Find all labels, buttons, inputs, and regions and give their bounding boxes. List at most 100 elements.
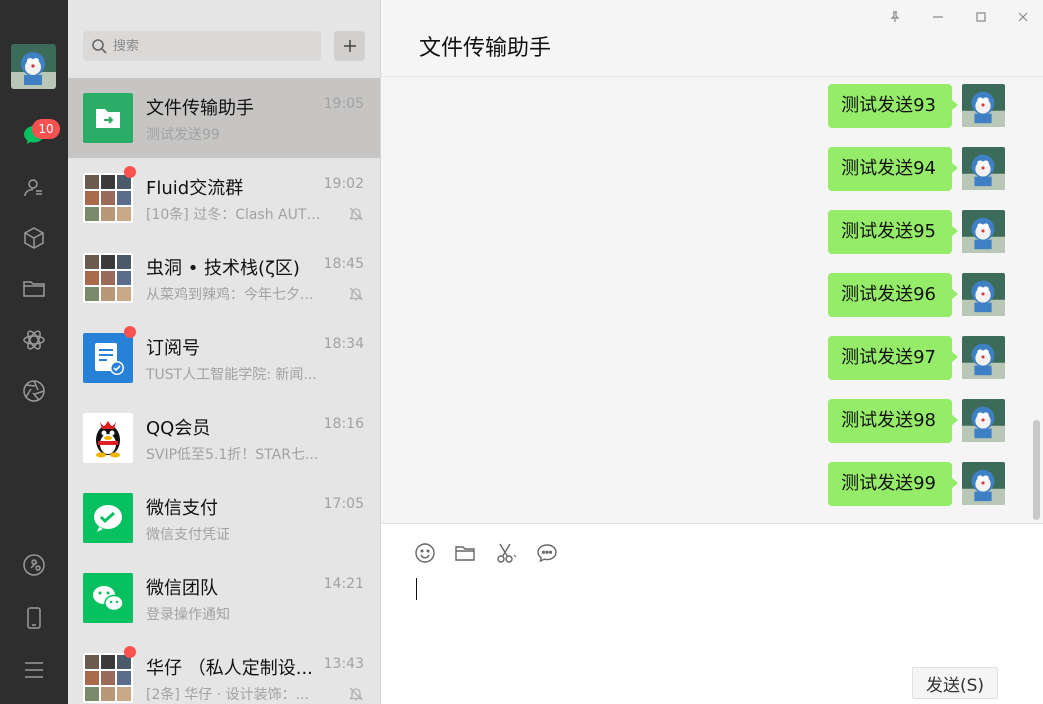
- message-scrollbar[interactable]: [1033, 420, 1040, 520]
- conversation-time: 18:34: [323, 336, 364, 352]
- hamburger-menu-icon: [25, 662, 43, 678]
- emoji-icon: [415, 543, 435, 563]
- conversation-preview: [2条] 华仔 · 设计装饰：...: [146, 687, 309, 703]
- conversation-preview: TUST人工智能学院: 新闻...: [146, 367, 317, 383]
- conversation-time: 19:02: [323, 176, 364, 192]
- minimize-button[interactable]: [927, 6, 949, 28]
- message-bubble[interactable]: 测试发送95: [828, 210, 958, 254]
- message-bubble[interactable]: 测试发送98: [828, 399, 958, 443]
- favorites-nav-button[interactable]: [14, 218, 54, 258]
- screenshot-button[interactable]: [493, 540, 519, 566]
- conversation-item[interactable]: 虫洞 • 技术栈(ζ区) 18:45 从菜鸡到辣鸡：今年七夕...: [68, 238, 380, 318]
- files-nav-button[interactable]: [14, 268, 54, 308]
- nav-rail: 10: [0, 0, 68, 704]
- mini-program-button[interactable]: [14, 545, 54, 585]
- conversation-item[interactable]: 华仔 （私人定制设... 13:43 [2条] 华仔 · 设计装饰：...: [68, 638, 380, 704]
- pin-window-button[interactable]: [884, 6, 906, 28]
- sender-avatar[interactable]: [962, 84, 1005, 127]
- sender-avatar[interactable]: [962, 336, 1005, 379]
- outgoing-message[interactable]: 测试发送93: [828, 84, 1005, 128]
- subscription-icon: [83, 333, 133, 383]
- conversation-item[interactable]: QQ会员 18:16 SVIP低至5.1折！STAR七...: [68, 398, 380, 478]
- conversation-name: 微信团队: [146, 578, 218, 599]
- maximize-icon: [976, 12, 986, 22]
- wechat-logo-icon: [83, 573, 133, 623]
- moments-nav-button[interactable]: [14, 320, 54, 360]
- conversation-time: 17:05: [323, 496, 364, 512]
- aperture-icon: [23, 380, 45, 402]
- conversation-item[interactable]: Fluid交流群 19:02 [10条] 过冬：Clash AUTO...: [68, 158, 380, 238]
- conversation-time: 18:16: [323, 416, 364, 432]
- send-file-button[interactable]: [452, 540, 478, 566]
- conversation-preview: 测试发送99: [146, 127, 220, 143]
- atom-icon: [23, 330, 45, 350]
- close-button[interactable]: [1012, 6, 1034, 28]
- outgoing-message[interactable]: 测试发送98: [828, 399, 1005, 443]
- folder-icon: [23, 281, 45, 297]
- conversation-name: 微信支付: [146, 498, 218, 519]
- mute-bell-icon: [348, 687, 364, 701]
- conversation-name: QQ会员: [146, 418, 211, 439]
- conversation-avatar: [83, 93, 133, 143]
- group-avatar-grid: [83, 653, 133, 703]
- conversation-preview: 登录操作通知: [146, 607, 230, 623]
- group-avatar-grid: [83, 253, 133, 303]
- maximize-button[interactable]: [970, 6, 992, 28]
- conversation-avatar: [83, 493, 133, 543]
- channels-nav-button[interactable]: [14, 371, 54, 411]
- sender-avatar[interactable]: [962, 399, 1005, 442]
- message-bubble[interactable]: 测试发送94: [828, 147, 958, 191]
- sender-avatar[interactable]: [962, 210, 1005, 253]
- send-button[interactable]: 发送(S): [912, 667, 998, 699]
- contacts-icon: [24, 179, 42, 197]
- conversation-item[interactable]: 订阅号 18:34 TUST人工智能学院: 新闻...: [68, 318, 380, 398]
- link-icon: [23, 554, 45, 576]
- search-input[interactable]: [113, 38, 313, 54]
- outgoing-message[interactable]: 测试发送95: [828, 210, 1005, 254]
- conversation-time: 13:43: [323, 656, 364, 672]
- message-input[interactable]: [411, 574, 1011, 664]
- conversation-item[interactable]: 文件传输助手 19:05 测试发送99: [68, 78, 380, 158]
- menu-button[interactable]: [14, 650, 54, 690]
- search-box[interactable]: [83, 31, 321, 61]
- message-bubble[interactable]: 测试发送99: [828, 462, 958, 506]
- emoji-button[interactable]: [412, 540, 438, 566]
- start-group-chat-button[interactable]: [334, 31, 365, 61]
- conversation-preview: 从菜鸡到辣鸡：今年七夕...: [146, 287, 314, 303]
- conversation-name: 虫洞 • 技术栈(ζ区): [146, 258, 300, 279]
- message-bubble[interactable]: 测试发送96: [828, 273, 958, 317]
- conversation-avatar: [83, 653, 133, 703]
- message-bubble[interactable]: 测试发送93: [828, 84, 958, 128]
- contacts-nav-button[interactable]: [14, 168, 54, 208]
- chat-title: 文件传输助手: [419, 36, 552, 61]
- conversation-avatar: [83, 253, 133, 303]
- outgoing-message[interactable]: 测试发送96: [828, 273, 1005, 317]
- message-bubble[interactable]: 测试发送97: [828, 336, 958, 380]
- outgoing-message[interactable]: 测试发送99: [828, 462, 1005, 506]
- cube-icon: [24, 227, 44, 249]
- search-icon: [92, 39, 107, 54]
- conversation-item[interactable]: 微信支付 17:05 微信支付凭证: [68, 478, 380, 558]
- conversation-item[interactable]: 微信团队 14:21 登录操作通知: [68, 558, 380, 638]
- phone-button[interactable]: [14, 598, 54, 638]
- unread-dot: [124, 326, 136, 338]
- minimize-icon: [933, 16, 943, 18]
- my-avatar[interactable]: [11, 44, 56, 89]
- chat-history-button[interactable]: [534, 540, 560, 566]
- conversation-avatar: [83, 573, 133, 623]
- scissors-icon: [497, 543, 517, 563]
- sender-avatar[interactable]: [962, 273, 1005, 316]
- sender-avatar[interactable]: [962, 147, 1005, 190]
- outgoing-message[interactable]: 测试发送94: [828, 147, 1005, 191]
- chat-header: 文件传输助手: [381, 0, 1043, 77]
- close-icon: [1018, 12, 1028, 22]
- phone-icon: [27, 607, 41, 629]
- composer: 发送(S): [381, 523, 1043, 704]
- conversation-time: 18:45: [323, 256, 364, 272]
- sender-avatar[interactable]: [962, 462, 1005, 505]
- file-transfer-icon: [83, 93, 133, 143]
- conversation-avatar: [83, 173, 133, 223]
- message-list[interactable]: 测试发送93 测试发送94 测试发送95 测试发送96 测试发送97 测试发送98 测试发送…: [381, 78, 1043, 523]
- conversation-preview: 微信支付凭证: [146, 527, 230, 543]
- outgoing-message[interactable]: 测试发送97: [828, 336, 1005, 380]
